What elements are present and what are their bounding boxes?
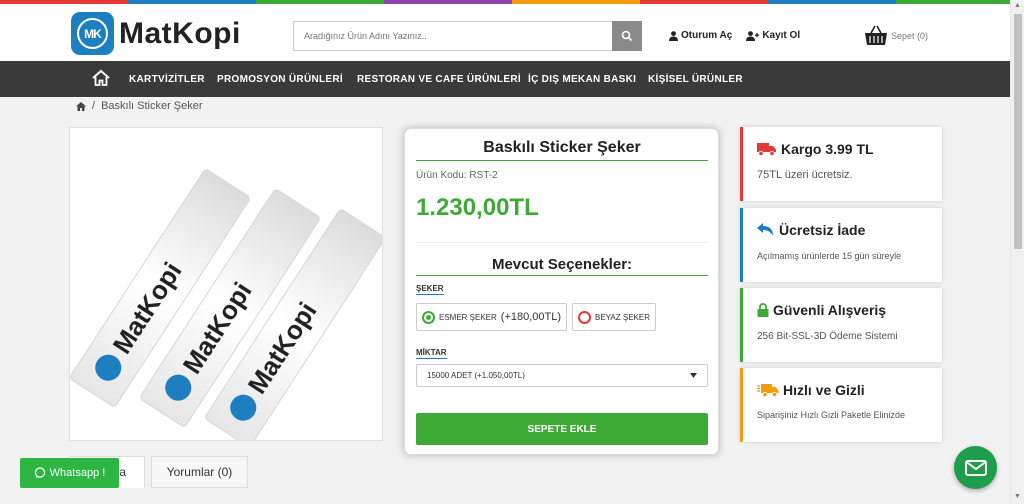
nav-item-ic-dis-mekan[interactable]: İÇ DIŞ MEKAN BASKI — [528, 74, 636, 85]
fast-title: Hızlı ve Gizli — [783, 382, 865, 398]
info-card-title: Güvenli Alışveriş — [757, 302, 886, 318]
logo-badge: MK — [71, 12, 114, 55]
product-price: 1.230,00TL — [416, 194, 539, 221]
search-bar — [293, 21, 642, 51]
page-scrollbar[interactable]: ▲ ▼ — [1010, 0, 1024, 504]
logo-monogram: MK — [77, 18, 108, 49]
lock-icon — [757, 303, 769, 317]
home-icon[interactable] — [76, 101, 86, 111]
return-title: Ücretsiz İade — [779, 222, 866, 238]
logo-text: MatKopi — [119, 16, 241, 50]
login-label: Oturum Aç — [681, 30, 733, 41]
nav-item-kisisel[interactable]: KİŞİSEL ÜRÜNLER — [648, 74, 743, 85]
info-card-title: Hızlı ve Gizli — [757, 382, 865, 398]
option-esmer-seker[interactable]: ESMER ŞEKER (+180,00TL) — [416, 303, 568, 331]
cart-link[interactable]: Sepet (0) — [864, 25, 928, 47]
add-to-cart-button[interactable]: SEPETE EKLE — [416, 413, 708, 445]
product-image[interactable]: MatKopi MatKopi MatKopi — [69, 127, 383, 441]
search-input[interactable] — [293, 21, 612, 51]
sugar-sticks-image: MatKopi MatKopi MatKopi — [70, 169, 382, 440]
secure-subtitle: 256 Bit-SSL-3D Ödeme Sistemi — [757, 331, 898, 342]
logo[interactable]: MK MatKopi — [71, 12, 241, 55]
cart-label: Sepet (0) — [891, 31, 929, 41]
option-esmer-label: ESMER ŞEKER — [439, 312, 497, 322]
info-card-return: Ücretsiz İade Açılmamış ürünlerde 15 gün… — [740, 208, 942, 282]
search-icon — [621, 30, 633, 42]
shipping-title: Kargo 3.99 TL — [781, 141, 874, 157]
sugar-label: ŞEKER — [416, 284, 444, 295]
secure-title: Güvenli Alışveriş — [773, 302, 887, 318]
info-card-title: Kargo 3.99 TL — [757, 141, 874, 157]
breadcrumb-current: Baskılı Sticker Şeker — [101, 100, 203, 112]
header: MK MatKopi Oturum Aç Kayıt Ol Sepet (0) — [0, 4, 1010, 61]
quantity-selected-value: 15000 ADET (+1.050,00TL) — [427, 371, 525, 380]
home-icon — [92, 69, 110, 86]
dropdown-arrow-icon — [690, 373, 697, 378]
option-beyaz-label: BEYAZ ŞEKER — [595, 312, 650, 322]
user-plus-icon — [746, 30, 760, 41]
truck-icon — [757, 143, 776, 156]
return-subtitle: Açılmamış ürünlerde 15 gün süreyle — [757, 251, 902, 261]
tab-reviews[interactable]: Yorumlar (0) — [151, 456, 248, 488]
whatsapp-label: Whatsapp ! — [49, 467, 106, 479]
home-link[interactable] — [91, 69, 111, 92]
user-links: Oturum Aç Kayıt Ol — [669, 30, 800, 41]
product-panel: Baskılı Sticker Şeker Ürün Kodu: RST-2 1… — [404, 128, 719, 455]
scrollbar-thumb[interactable] — [1014, 14, 1022, 249]
breadcrumb: / Baskılı Sticker Şeker — [76, 100, 203, 112]
breadcrumb-separator: / — [92, 100, 96, 112]
fast-truck-icon — [757, 384, 779, 397]
radio-selected-icon[interactable] — [422, 310, 435, 324]
fast-subtitle: Siparişiniz Hızlı Gizli Paketle Elinizde — [757, 410, 906, 420]
product-code: Ürün Kodu: RST-2 — [416, 170, 498, 181]
whatsapp-icon — [34, 467, 45, 479]
info-card-shipping: Kargo 3.99 TL 75TL üzeri ücretsiz. — [740, 127, 942, 201]
divider — [416, 242, 708, 243]
login-link[interactable]: Oturum Aç — [669, 30, 732, 41]
register-label: Kayıt Ol — [762, 30, 801, 41]
shipping-subtitle: 75TL üzeri ücretsiz. — [757, 169, 853, 181]
return-arrow-icon — [757, 223, 773, 236]
product-title: Baskılı Sticker Şeker — [416, 139, 708, 161]
scroll-down-arrow-icon[interactable]: ▼ — [1014, 493, 1021, 500]
basket-icon — [865, 25, 887, 45]
search-button[interactable] — [612, 21, 642, 51]
option-esmer-price: (+180,00TL) — [500, 311, 562, 323]
radio-unselected-icon[interactable] — [578, 310, 591, 324]
option-beyaz-seker[interactable]: BEYAZ ŞEKER — [572, 303, 656, 331]
info-card-secure: Güvenli Alışveriş 256 Bit-SSL-3D Ödeme S… — [740, 288, 942, 362]
nav-item-restoran-cafe[interactable]: RESTORAN VE CAFE ÜRÜNLERİ — [357, 74, 521, 85]
main-nav: KARTVİZİTLER PROMOSYON ÜRÜNLERİ RESTORAN… — [0, 61, 1010, 97]
contact-button[interactable] — [954, 446, 997, 489]
info-card-fast: Hızlı ve Gizli Siparişiniz Hızlı Gizli P… — [740, 368, 942, 442]
nav-item-promosyon[interactable]: PROMOSYON ÜRÜNLERİ — [217, 74, 343, 85]
quantity-select[interactable]: 15000 ADET (+1.050,00TL) — [416, 364, 708, 387]
whatsapp-button[interactable]: Whatsapp ! — [20, 458, 119, 488]
options-title: Mevcut Seçenekler: — [416, 256, 708, 276]
register-link[interactable]: Kayıt Ol — [746, 30, 800, 41]
info-card-title: Ücretsiz İade — [757, 222, 865, 238]
scroll-up-arrow-icon[interactable]: ▲ — [1014, 2, 1021, 9]
quantity-label: MİKTAR — [416, 348, 447, 359]
nav-item-kartvizitler[interactable]: KARTVİZİTLER — [129, 74, 205, 85]
envelope-icon — [964, 459, 987, 476]
user-icon — [669, 30, 678, 41]
